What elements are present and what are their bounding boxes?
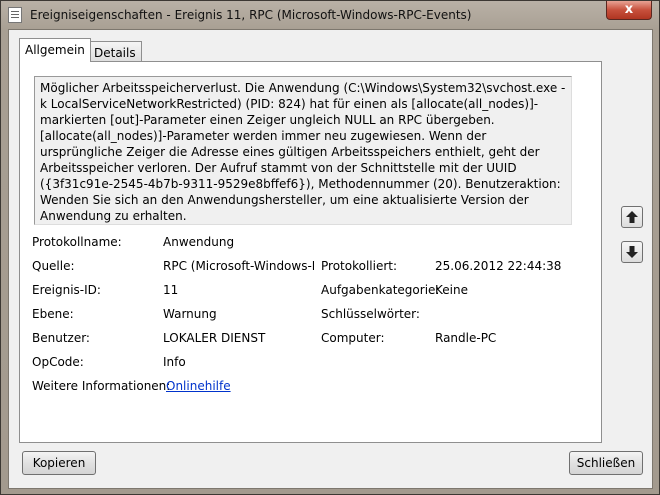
event-viewer-icon (8, 7, 22, 23)
onlinehilfe-link[interactable]: Onlinehilfe (166, 379, 231, 393)
opcode-label: OpCode: (32, 355, 84, 369)
schluesselwoerter-label: Schlüsselwörter: (321, 307, 420, 321)
window-close-button[interactable]: x (606, 1, 652, 20)
computer-value[interactable]: Randle-PC (435, 331, 496, 345)
event-description[interactable]: Möglicher Arbeitsspeicherverlust. Die An… (34, 76, 572, 225)
benutzer-value[interactable]: LOKALER DIENST (163, 331, 265, 345)
ebene-value[interactable]: Warnung (163, 307, 217, 321)
arrow-up-icon (626, 211, 638, 223)
aufgabenkategorie-value[interactable]: Keine (435, 283, 468, 297)
next-event-button[interactable] (621, 241, 643, 263)
title-bar[interactable]: Ereigniseigenschaften - Ereignis 11, RPC… (1, 1, 659, 29)
benutzer-label: Benutzer: (32, 331, 90, 345)
arrow-down-icon (626, 246, 638, 258)
ereignis-id-value[interactable]: 11 (163, 283, 178, 297)
close-icon: x (624, 2, 634, 17)
dialog-client: Allgemein Details Möglicher Arbeitsspeic… (8, 29, 653, 489)
computer-label: Computer: (321, 331, 385, 345)
protokolliert-label: Protokolliert: (321, 259, 398, 273)
quelle-value[interactable]: RPC (Microsoft-Windows-RI (163, 259, 314, 273)
quelle-label: Quelle: (32, 259, 75, 273)
tab-details[interactable]: Details (88, 41, 142, 63)
general-tab-panel: Möglicher Arbeitsspeicherverlust. Die An… (19, 61, 602, 443)
tab-allgemein[interactable]: Allgemein (19, 38, 91, 62)
protokollname-label: Protokollname: (32, 235, 122, 249)
protokollname-value[interactable]: Anwendung (163, 235, 234, 249)
weitere-informationen-label: Weitere Informationen: (32, 379, 171, 393)
ereignis-id-label: Ereignis-ID: (32, 283, 101, 297)
protokolliert-value[interactable]: 25.06.2012 22:44:38 (435, 259, 561, 273)
aufgabenkategorie-label: Aufgabenkategorie: (321, 283, 440, 297)
window-title: Ereigniseigenschaften - Ereignis 11, RPC… (30, 8, 472, 22)
close-button[interactable]: Schließen (569, 451, 643, 475)
event-properties-window: Ereigniseigenschaften - Ereignis 11, RPC… (0, 0, 660, 495)
ebene-label: Ebene: (32, 307, 74, 321)
copy-button[interactable]: Kopieren (22, 451, 96, 475)
opcode-value[interactable]: Info (163, 355, 186, 369)
previous-event-button[interactable] (621, 206, 643, 228)
